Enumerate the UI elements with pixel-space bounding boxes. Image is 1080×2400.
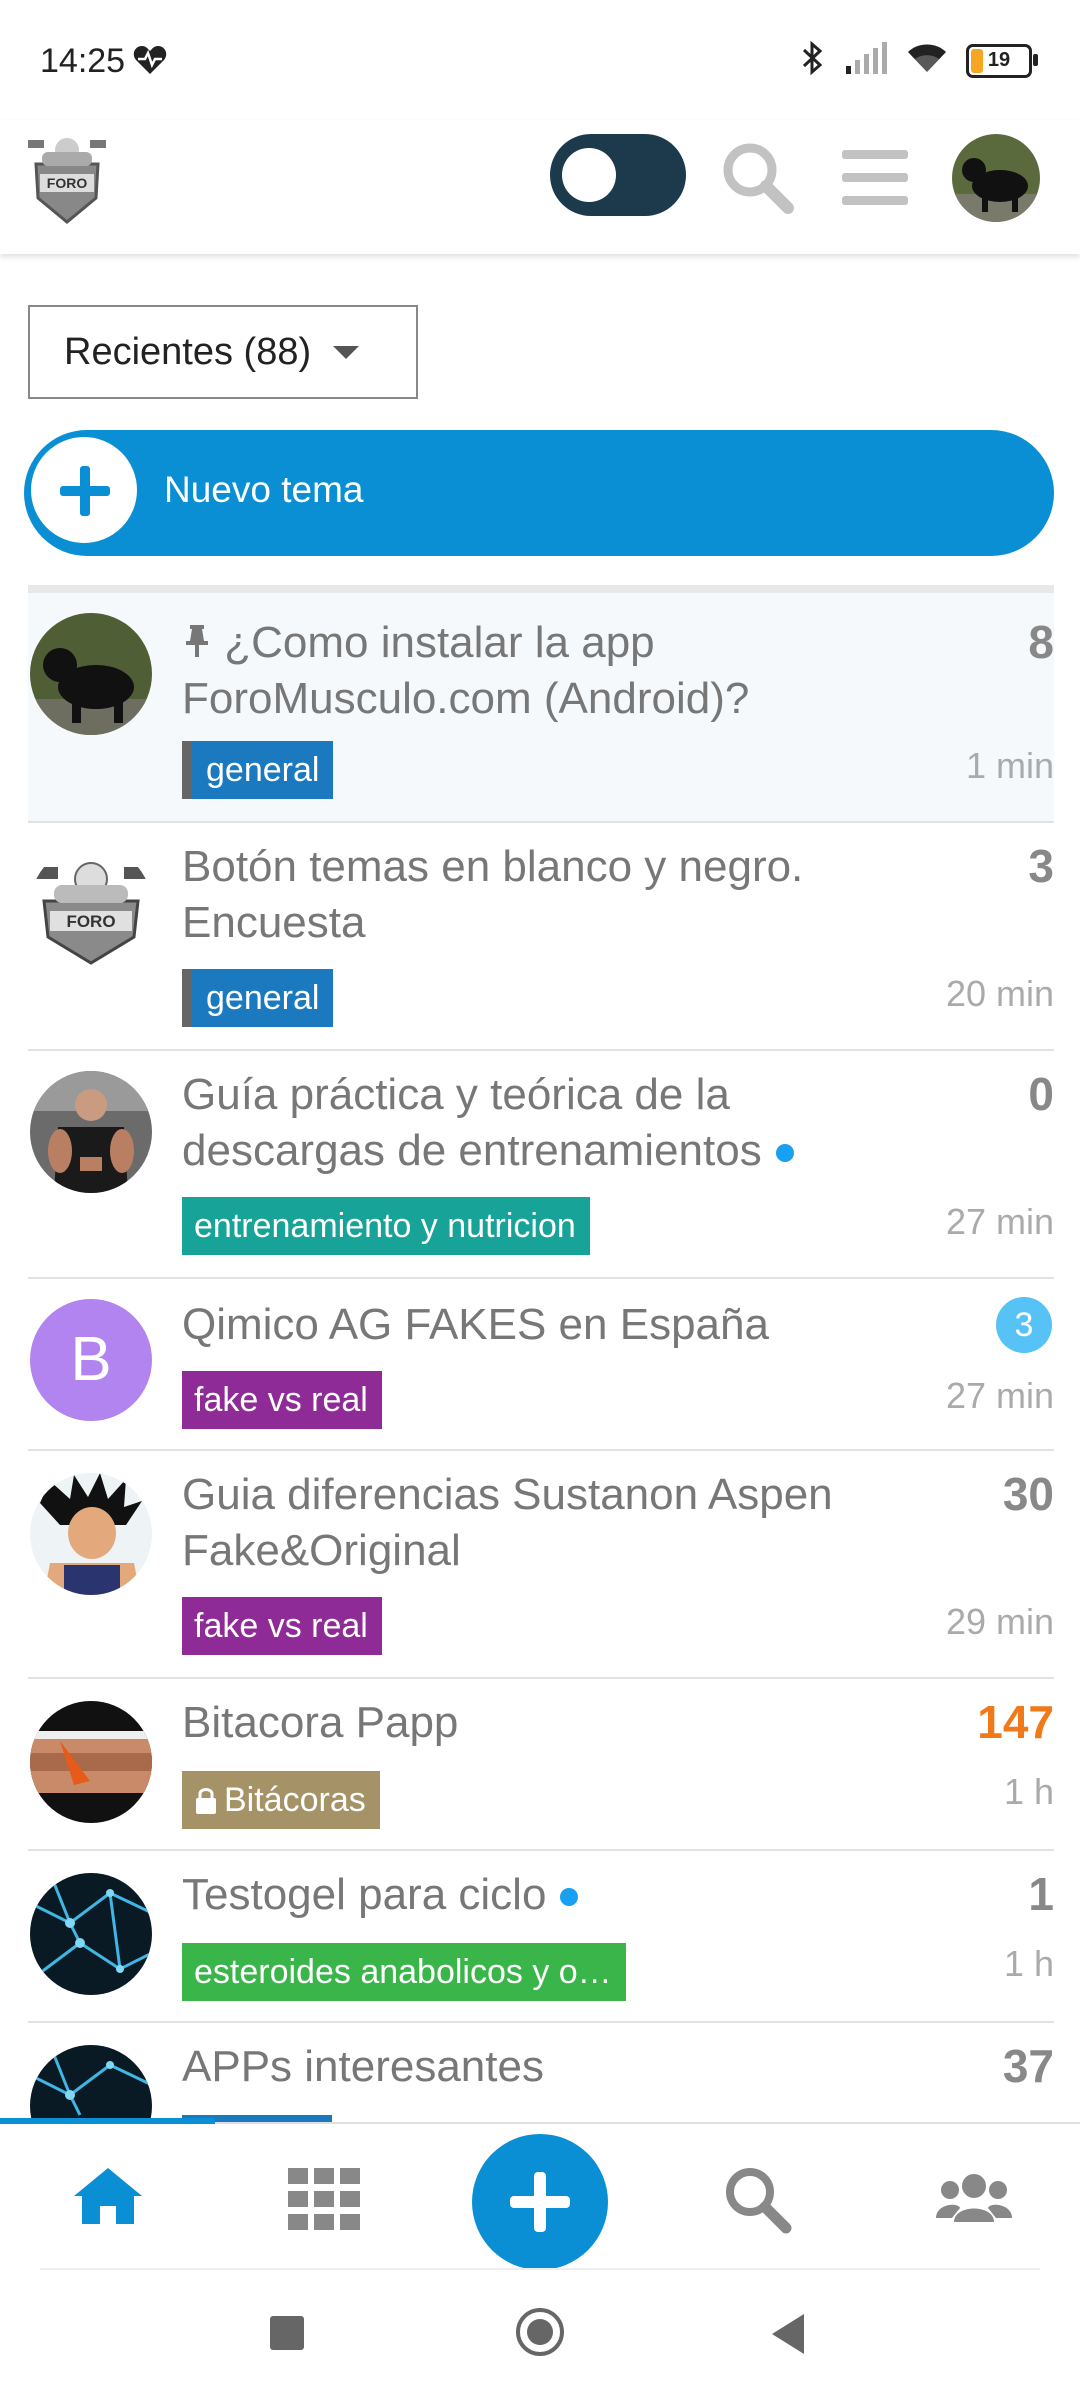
bluetooth-icon <box>800 40 826 81</box>
topic-row[interactable]: FORO Botón temas en blanco y negro. Encu… <box>28 823 1054 1051</box>
scroll-progress-bar <box>0 2118 215 2124</box>
list-divider <box>28 585 1054 593</box>
heart-pulse-icon <box>132 44 168 81</box>
avatar[interactable] <box>30 1071 152 1193</box>
topic-title[interactable]: Guia diferencias Sustanon Aspen Fake&Ori… <box>182 1467 862 1579</box>
svg-text:FORO: FORO <box>47 175 88 191</box>
reply-count: 3 <box>1028 840 1054 892</box>
topic-row[interactable]: Guía práctica y teórica de la descargas … <box>28 1051 1054 1279</box>
filter-label: Recientes (88) <box>64 330 312 373</box>
status-time: 14:25 <box>40 42 126 80</box>
activity-time[interactable]: 1 h <box>1004 1771 1054 1813</box>
topic-row[interactable]: Testogel para ciclo 1 1 h esteroides ana… <box>28 1851 1054 2023</box>
activity-time[interactable]: 29 min <box>946 1601 1054 1643</box>
activity-time[interactable]: 20 min <box>946 973 1054 1015</box>
category-badge[interactable]: general <box>182 741 334 799</box>
lock-icon <box>194 1781 224 1819</box>
activity-time[interactable]: 27 min <box>946 1375 1054 1417</box>
topic-title[interactable]: Guía práctica y teórica de la descargas … <box>182 1067 862 1179</box>
app-header: FORO <box>0 120 1080 254</box>
category-badge[interactable]: fake vs real <box>182 1371 382 1429</box>
topic-row[interactable]: B Qimico AG FAKES en España 3 27 min fak… <box>28 1279 1054 1451</box>
status-bar: 14:25 19 <box>0 0 1080 120</box>
unread-dot <box>560 1888 579 1907</box>
avatar[interactable]: FORO <box>30 845 152 967</box>
pin-icon <box>182 618 212 667</box>
activity-time[interactable]: 27 min <box>946 1201 1054 1243</box>
topic-title[interactable]: Botón temas en blanco y negro. Encuesta <box>182 839 862 951</box>
back-button[interactable] <box>772 2314 804 2354</box>
category-badge[interactable]: general <box>182 969 334 1027</box>
activity-time[interactable]: 1 min <box>966 745 1054 787</box>
wifi-icon <box>906 42 948 79</box>
topic-row[interactable]: Guia diferencias Sustanon Aspen Fake&Ori… <box>28 1451 1054 1679</box>
avatar[interactable] <box>30 613 152 735</box>
recent-apps-button[interactable] <box>270 2316 304 2350</box>
topic-title[interactable]: Bitacora Papp <box>182 1695 862 1751</box>
system-navigation-bar <box>0 2272 1080 2400</box>
bottom-navigation <box>0 2118 1080 2274</box>
topic-row[interactable]: Bitacora Papp 147 1 h Bitácoras <box>28 1679 1054 1851</box>
signal-icon <box>844 42 888 79</box>
search-icon[interactable] <box>722 2164 794 2241</box>
new-topic-fab[interactable] <box>472 2134 608 2270</box>
toggle-knob <box>562 148 616 202</box>
users-icon[interactable] <box>936 2172 1012 2229</box>
avatar[interactable] <box>30 1473 152 1595</box>
topic-title[interactable]: Qimico AG FAKES en España <box>182 1297 862 1353</box>
avatar-letter: B <box>70 1325 112 1394</box>
avatar[interactable] <box>30 1873 152 1995</box>
category-badge[interactable]: esteroides anabolicos y o… <box>182 1943 626 2001</box>
new-topic-label: Nuevo tema <box>164 469 364 510</box>
topic-row[interactable]: APPs interesantes 37 <box>28 2023 1054 2122</box>
topic-title[interactable]: Testogel para ciclo <box>182 1867 862 1923</box>
avatar[interactable] <box>30 2045 152 2122</box>
avatar[interactable] <box>30 1701 152 1823</box>
foro-musculo-logo[interactable]: FORO <box>26 126 108 226</box>
avatar[interactable]: B <box>30 1299 152 1421</box>
theme-toggle[interactable] <box>550 134 686 216</box>
activity-time[interactable]: 1 h <box>1004 1943 1054 1985</box>
reply-count: 147 <box>977 1696 1054 1748</box>
categories-grid-icon[interactable] <box>288 2168 360 2235</box>
chevron-down-icon <box>333 345 360 359</box>
unread-dot <box>775 1144 794 1163</box>
topic-row[interactable]: ¿Como instalar la app ForoMusculo.com (A… <box>28 593 1054 823</box>
search-icon[interactable] <box>720 140 796 221</box>
topic-title[interactable]: ¿Como instalar la app ForoMusculo.com (A… <box>182 615 862 727</box>
reply-count: 8 <box>1028 616 1054 668</box>
user-avatar[interactable] <box>952 134 1040 222</box>
home-icon[interactable] <box>72 2164 144 2231</box>
hamburger-menu-icon[interactable] <box>842 150 908 211</box>
divider <box>40 2268 1040 2270</box>
new-topic-button[interactable]: Nuevo tema <box>24 430 1054 556</box>
home-button[interactable] <box>516 2308 564 2356</box>
plus-icon <box>28 434 140 546</box>
topic-title[interactable]: APPs interesantes <box>182 2039 862 2095</box>
recent-filter-dropdown[interactable]: Recientes (88) <box>28 305 418 399</box>
reply-count: 1 <box>1028 1868 1054 1920</box>
category-badge[interactable]: entrenamiento y nutricion <box>182 1197 590 1255</box>
reply-count: 37 <box>1002 2040 1054 2092</box>
new-posts-badge[interactable]: 3 <box>996 1297 1052 1353</box>
category-badge[interactable]: Bitácoras <box>182 1771 380 1829</box>
svg-text:FORO: FORO <box>66 912 115 931</box>
category-badge[interactable]: fake vs real <box>182 1597 382 1655</box>
reply-count: 0 <box>1028 1068 1054 1120</box>
reply-count: 30 <box>1002 1468 1054 1520</box>
battery-icon: 19 <box>966 43 1038 78</box>
